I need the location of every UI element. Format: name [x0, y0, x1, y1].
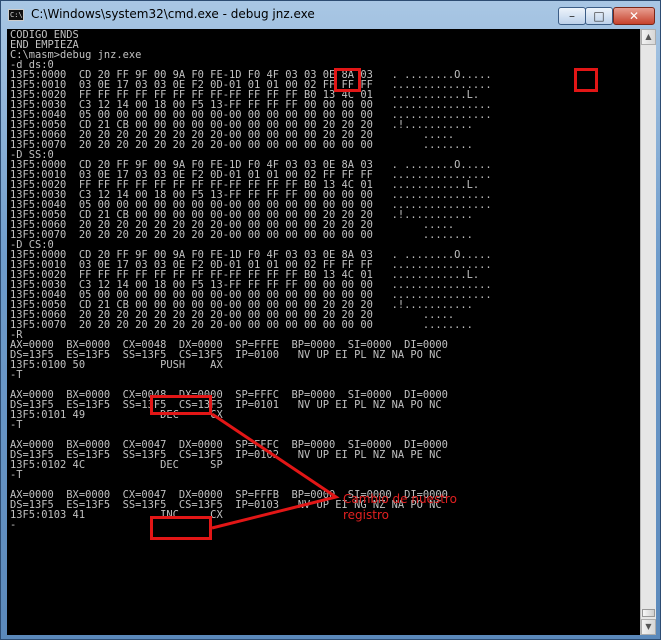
annotation-line-1: Cambio de nuestro — [343, 492, 457, 506]
annotation-label: Cambio de nuestro registro — [343, 491, 483, 523]
annotation-arrows — [211, 412, 340, 530]
annotation-line-2: registro — [343, 508, 389, 522]
annotation-arrow — [211, 412, 340, 530]
